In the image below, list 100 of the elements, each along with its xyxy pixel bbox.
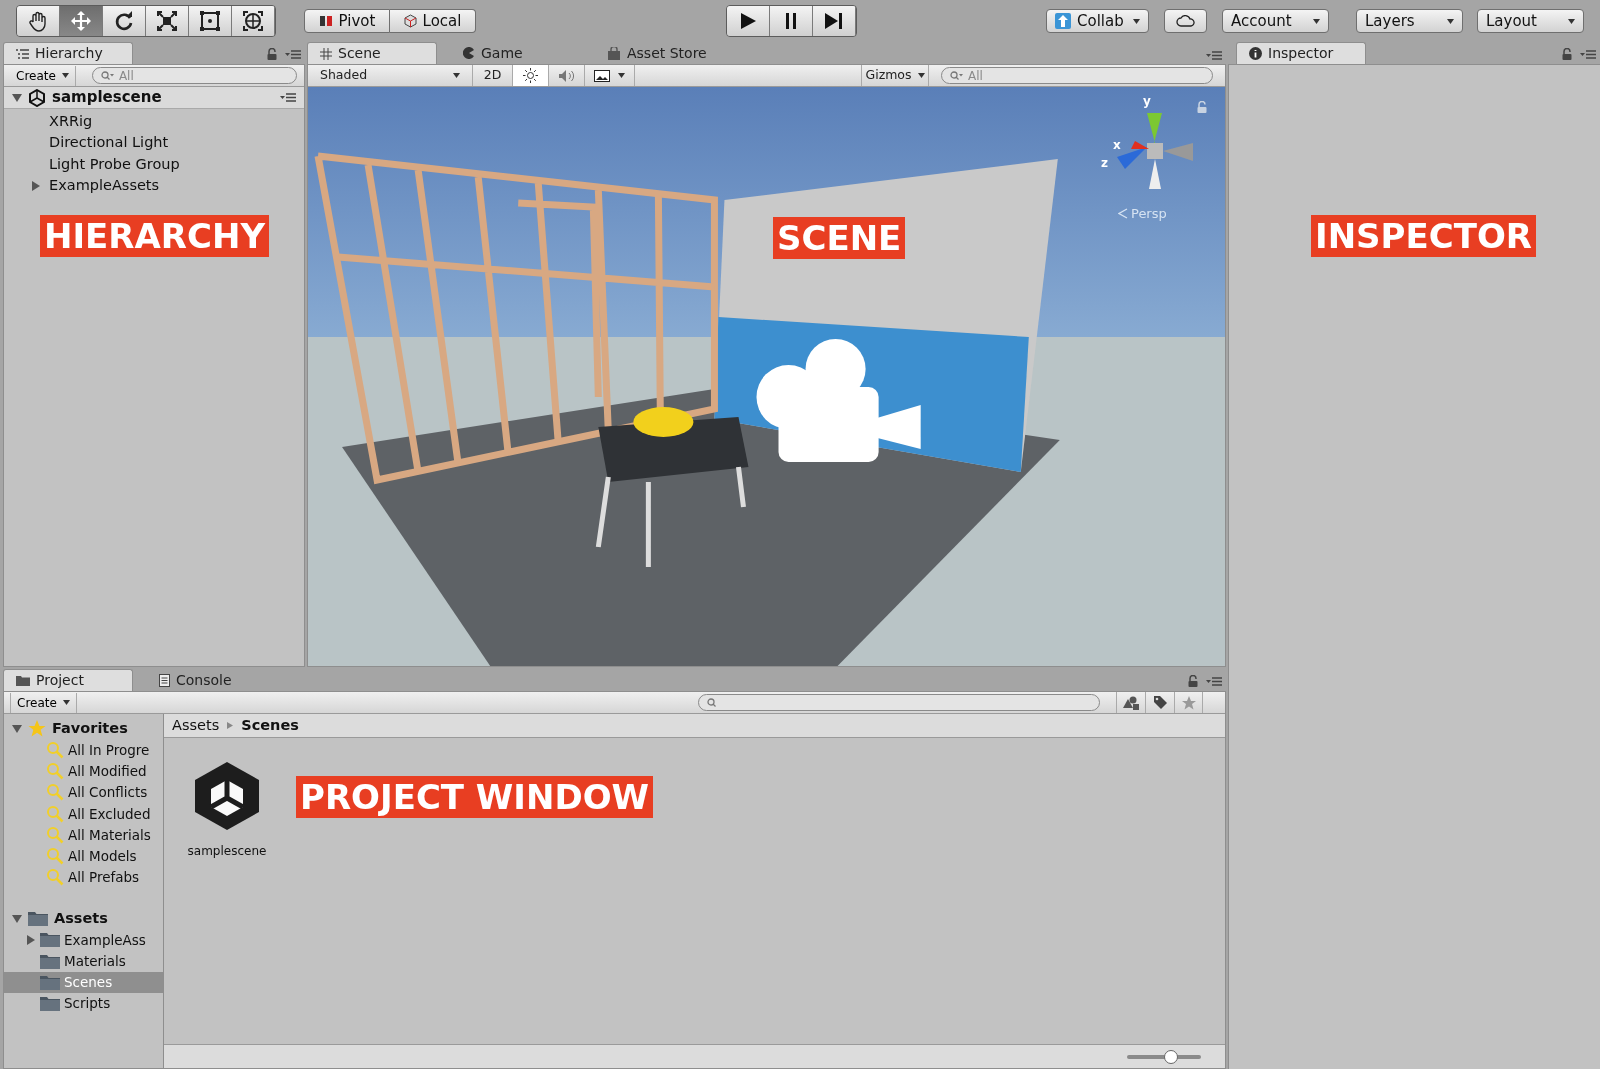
rect-tool-icon bbox=[199, 10, 221, 32]
panel-tab[interactable]: Game bbox=[451, 42, 581, 64]
panel-menu-icon[interactable] bbox=[1206, 676, 1222, 686]
search-icon bbox=[46, 825, 64, 844]
star-icon bbox=[1181, 695, 1196, 710]
hierarchy-item[interactable]: XRRig bbox=[49, 110, 93, 133]
panel-menu-icon[interactable] bbox=[280, 93, 296, 102]
favorite-search-item[interactable]: All Materials bbox=[68, 824, 151, 845]
layers-dropdown[interactable]: Layers bbox=[1356, 9, 1463, 33]
playback-button[interactable] bbox=[727, 6, 770, 36]
rotate-icon bbox=[113, 10, 135, 32]
folder-row[interactable]: ExampleAss bbox=[4, 929, 163, 951]
hierarchy-item[interactable]: Light Probe Group bbox=[49, 153, 180, 176]
y-axis-label: y bbox=[1143, 95, 1151, 107]
playback-button[interactable] bbox=[770, 6, 813, 36]
lock-icon[interactable] bbox=[1197, 101, 1207, 113]
hierarchy-item[interactable]: ExampleAssets bbox=[49, 175, 160, 198]
star-icon bbox=[28, 720, 46, 738]
caret-icon bbox=[1568, 18, 1575, 24]
step-icon bbox=[824, 12, 844, 30]
shading-dropdown[interactable]: Shaded bbox=[308, 65, 473, 86]
annotation-label: HIERARCHY bbox=[40, 215, 270, 257]
expanded-arrow-icon[interactable] bbox=[12, 723, 22, 734]
transform-tool-button[interactable] bbox=[17, 6, 60, 36]
move-arrows-icon bbox=[70, 10, 92, 32]
caret-icon bbox=[62, 700, 70, 705]
collapsed-arrow-icon[interactable] bbox=[26, 934, 36, 945]
caret-icon bbox=[618, 73, 625, 78]
favorite-search-item[interactable]: All Prefabs bbox=[68, 867, 140, 888]
collapsed-arrow-icon[interactable] bbox=[31, 181, 41, 192]
folder-icon bbox=[40, 974, 60, 990]
caret-icon bbox=[453, 73, 460, 78]
pivot-button[interactable]: Pivot bbox=[304, 9, 390, 33]
lock-icon[interactable] bbox=[1562, 48, 1572, 60]
breadcrumb-item[interactable]: Scenes bbox=[241, 714, 299, 737]
folder-label: Materials bbox=[64, 951, 126, 971]
caret-icon bbox=[917, 73, 925, 78]
pause-icon bbox=[784, 12, 798, 30]
panel-tab[interactable]: Inspector bbox=[1236, 42, 1366, 64]
panel-tab[interactable]: Console bbox=[147, 669, 277, 691]
panel-tab[interactable]: Scene bbox=[307, 42, 437, 64]
annotation-label: SCENE bbox=[773, 217, 906, 259]
project-search-field[interactable] bbox=[698, 694, 1100, 711]
favorite-search-item[interactable]: All Conflicts bbox=[68, 782, 148, 803]
favorite-search-item[interactable]: All Models bbox=[68, 845, 137, 867]
document-icon bbox=[159, 673, 170, 687]
create-dropdown[interactable]: Create bbox=[10, 692, 77, 713]
panel-tab[interactable]: Project bbox=[3, 669, 133, 691]
favorite-search-item[interactable]: All Modified bbox=[68, 761, 147, 782]
favorite-search-item[interactable]: All In Progre bbox=[68, 739, 150, 761]
folder-label: Scripts bbox=[64, 994, 111, 1014]
playback-button[interactable] bbox=[813, 6, 856, 36]
gizmos-dropdown[interactable]: Gizmos bbox=[861, 65, 929, 86]
slider-thumb[interactable] bbox=[1164, 1049, 1179, 1064]
breadcrumb-item[interactable]: Assets bbox=[172, 714, 220, 737]
tag-icon bbox=[1152, 695, 1168, 710]
transform-tool-button[interactable] bbox=[189, 6, 232, 36]
caret-icon bbox=[1447, 18, 1454, 24]
search-icon bbox=[46, 847, 64, 866]
panel-menu-icon[interactable] bbox=[1206, 51, 1222, 60]
account-dropdown[interactable]: Account bbox=[1222, 9, 1329, 33]
lighting-toggle-button[interactable] bbox=[513, 65, 549, 86]
favorites-heading[interactable]: Favorites bbox=[52, 717, 128, 740]
x-axis-label: x bbox=[1113, 139, 1121, 151]
lock-icon[interactable] bbox=[267, 48, 277, 60]
image-icon bbox=[594, 69, 610, 82]
expanded-arrow-icon[interactable] bbox=[12, 92, 22, 103]
panel-menu-icon[interactable] bbox=[285, 49, 301, 59]
panel-menu-icon[interactable] bbox=[1580, 49, 1596, 59]
scene-viewport[interactable]: y x z Persp SCENE bbox=[308, 87, 1225, 666]
assets-heading[interactable]: Assets bbox=[54, 907, 108, 930]
folder-row[interactable]: Scripts bbox=[4, 992, 163, 1015]
transform-tool-button[interactable] bbox=[103, 6, 146, 36]
create-dropdown[interactable]: Create bbox=[10, 65, 76, 86]
layout-dropdown[interactable]: Layout bbox=[1477, 9, 1584, 33]
speaker-icon bbox=[557, 68, 576, 83]
collab-dropdown[interactable]: Collab bbox=[1046, 9, 1149, 33]
cloud-button[interactable] bbox=[1164, 9, 1207, 33]
folder-row[interactable]: Materials bbox=[4, 950, 163, 972]
file-label[interactable]: samplescene bbox=[187, 842, 267, 860]
local-button[interactable]: Local bbox=[390, 9, 476, 33]
folder-icon bbox=[16, 675, 30, 686]
chevron-left-icon bbox=[1118, 208, 1128, 219]
panel-tab[interactable]: Hierarchy bbox=[3, 42, 133, 64]
favorite-search-item[interactable]: All Excluded bbox=[68, 803, 151, 824]
hierarchy-item[interactable]: Directional Light bbox=[49, 132, 169, 155]
panel-tab[interactable]: Asset Store bbox=[595, 42, 725, 64]
search-icon bbox=[46, 804, 64, 823]
scene-header-row[interactable]: samplescene bbox=[4, 87, 304, 109]
zoom-slider[interactable] bbox=[1127, 1048, 1201, 1065]
caret-icon bbox=[61, 73, 69, 78]
search-icon bbox=[46, 762, 64, 781]
lock-icon[interactable] bbox=[1188, 675, 1198, 687]
cube-icon bbox=[403, 14, 417, 28]
play-icon bbox=[739, 12, 757, 30]
transform-tool-button[interactable] bbox=[146, 6, 189, 36]
expanded-arrow-icon[interactable] bbox=[12, 913, 22, 924]
transform-tool-button[interactable] bbox=[232, 6, 275, 36]
search-icon bbox=[100, 70, 115, 81]
upload-arrow-icon bbox=[1055, 13, 1071, 29]
